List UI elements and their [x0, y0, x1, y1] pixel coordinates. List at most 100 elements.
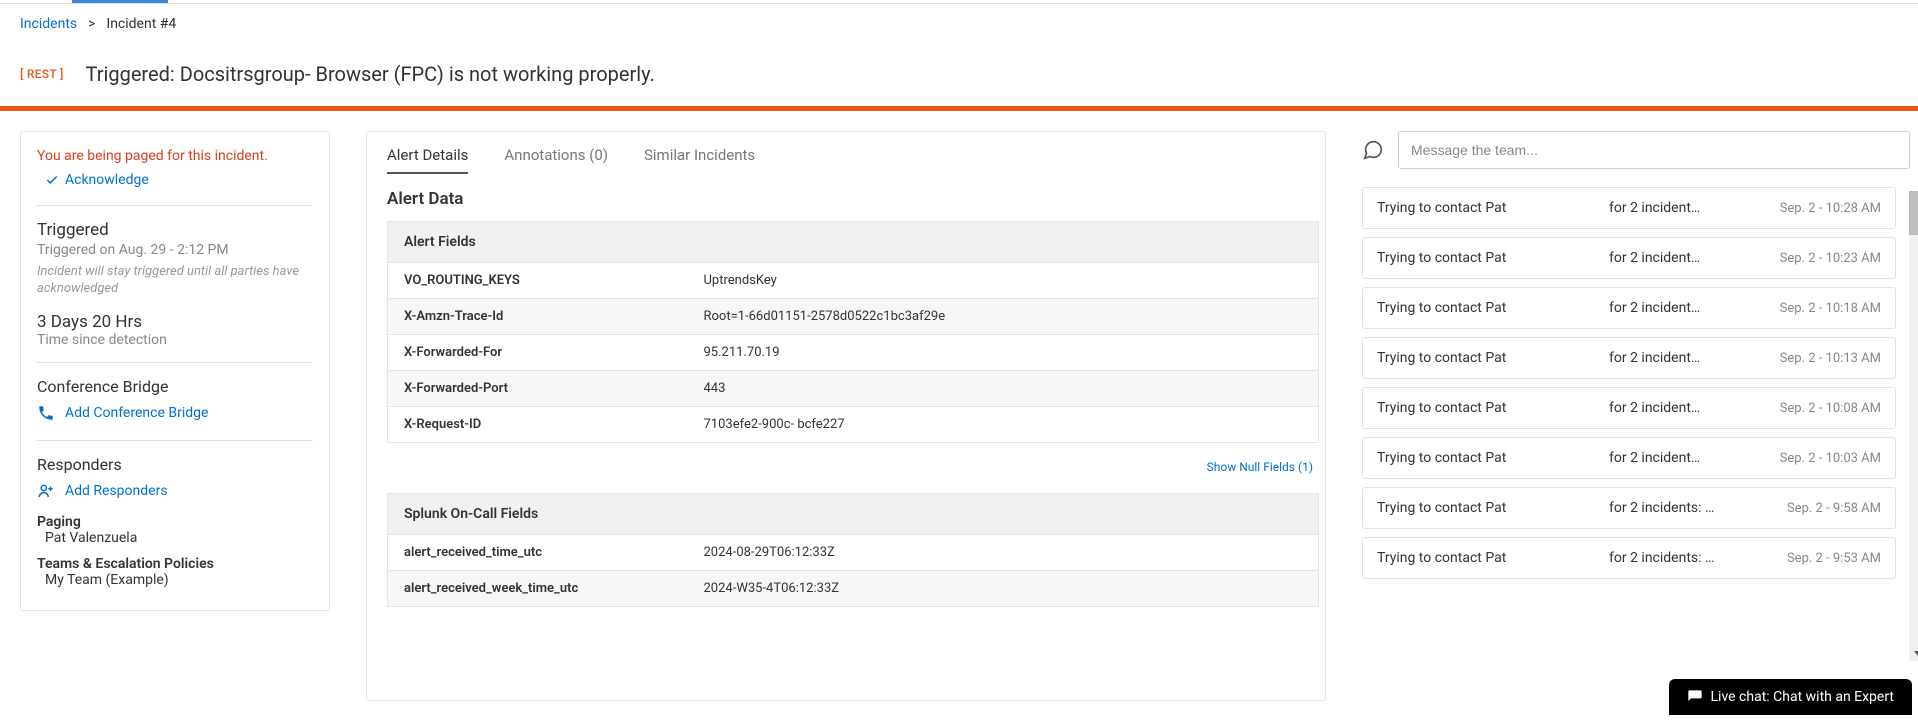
breadcrumb-root-link[interactable]: Incidents	[20, 16, 77, 32]
time-since-detection-value: 3 Days 20 Hrs	[37, 312, 313, 332]
field-key: X-Request-ID	[388, 407, 688, 443]
alert-fields-table: VO_ROUTING_KEYSUptrendsKeyX-Amzn-Trace-I…	[387, 262, 1319, 443]
alert-fields-heading: Alert Fields	[387, 221, 1319, 262]
log-who: Trying to contact Pat	[1377, 550, 1609, 566]
log-when: Sep. 2 - 9:53 AM	[1761, 551, 1881, 566]
chat-bubble-icon	[1362, 139, 1384, 161]
field-key: X-Forwarded-Port	[388, 371, 688, 407]
log-what: for 2 incidents: …	[1609, 500, 1761, 516]
chat-icon	[1687, 689, 1703, 705]
field-value: 7103efe2-900c- bcfe227	[688, 407, 1319, 443]
chat-with-expert-button[interactable]: Live chat: Chat with an Expert	[1669, 679, 1912, 715]
field-key: VO_ROUTING_KEYS	[388, 263, 688, 299]
right-scrollbar[interactable]	[1909, 191, 1918, 661]
field-key: X-Forwarded-For	[388, 335, 688, 371]
teams-value: My Team (Example)	[45, 572, 313, 588]
log-item[interactable]: Trying to contact Patfor 2 incident…Sep.…	[1362, 237, 1896, 279]
conference-bridge-head: Conference Bridge	[37, 377, 313, 396]
alert-data-heading: Alert Data	[387, 175, 1319, 221]
field-value: UptrendsKey	[688, 263, 1319, 299]
activity-log-list: Trying to contact Patfor 2 incident…Sep.…	[1362, 187, 1910, 579]
acknowledge-button[interactable]: Acknowledge	[45, 172, 149, 188]
person-plus-icon	[37, 482, 55, 500]
log-item[interactable]: Trying to contact Patfor 2 incidents: …S…	[1362, 487, 1896, 529]
time-since-detection-label: Time since detection	[37, 332, 313, 348]
log-who: Trying to contact Pat	[1377, 500, 1609, 516]
log-who: Trying to contact Pat	[1377, 400, 1609, 416]
splunk-fields-heading: Splunk On-Call Fields	[387, 493, 1319, 534]
breadcrumb-current: Incident #4	[106, 16, 176, 32]
center-panel: Alert Details Annotations (0) Similar In…	[366, 131, 1326, 701]
right-panel: Trying to contact Patfor 2 incident…Sep.…	[1362, 131, 1918, 579]
log-who: Trying to contact Pat	[1377, 300, 1609, 316]
responders-head: Responders	[37, 455, 313, 474]
triggered-note: Incident will stay triggered until all p…	[37, 264, 313, 298]
paging-value: Pat Valenzuela	[45, 530, 313, 546]
log-item[interactable]: Trying to contact Patfor 2 incident…Sep.…	[1362, 387, 1896, 429]
incident-title: Triggered: Docsitrsgroup- Browser (FPC) …	[86, 62, 655, 86]
add-conference-bridge-button[interactable]: Add Conference Bridge	[37, 404, 208, 422]
log-who: Trying to contact Pat	[1377, 350, 1609, 366]
show-null-fields-row: Show Null Fields (1)	[387, 443, 1319, 493]
table-row: VO_ROUTING_KEYSUptrendsKey	[388, 263, 1319, 299]
breadcrumb: Incidents > Incident #4	[0, 4, 1918, 40]
acknowledge-label: Acknowledge	[65, 172, 149, 188]
log-item[interactable]: Trying to contact Patfor 2 incident…Sep.…	[1362, 337, 1896, 379]
paging-label: Paging	[37, 514, 313, 530]
field-value: 2024-08-29T06:12:33Z	[688, 535, 1319, 571]
phone-icon	[37, 404, 55, 422]
triggered-status-head: Triggered	[37, 220, 313, 240]
teams-label: Teams & Escalation Policies	[37, 556, 313, 572]
table-row: X-Forwarded-Port443	[388, 371, 1319, 407]
log-what: for 2 incident…	[1609, 400, 1761, 416]
log-who: Trying to contact Pat	[1377, 250, 1609, 266]
center-tabs: Alert Details Annotations (0) Similar In…	[367, 132, 1325, 175]
log-item[interactable]: Trying to contact Patfor 2 incident…Sep.…	[1362, 187, 1896, 229]
log-item[interactable]: Trying to contact Patfor 2 incident…Sep.…	[1362, 437, 1896, 479]
add-responders-button[interactable]: Add Responders	[37, 482, 168, 500]
tab-similar-incidents[interactable]: Similar Incidents	[644, 146, 755, 174]
log-what: for 2 incident…	[1609, 450, 1761, 466]
chat-with-expert-label: Live chat: Chat with an Expert	[1711, 689, 1894, 705]
message-team-input[interactable]	[1398, 131, 1910, 169]
field-value: 95.211.70.19	[688, 335, 1319, 371]
tab-annotations[interactable]: Annotations (0)	[504, 146, 608, 174]
log-when: Sep. 2 - 9:58 AM	[1761, 501, 1881, 516]
splunk-fields-table: alert_received_time_utc2024-08-29T06:12:…	[387, 534, 1319, 607]
scrollbar-thumb[interactable]	[1909, 191, 1918, 235]
field-key: alert_received_time_utc	[388, 535, 688, 571]
log-who: Trying to contact Pat	[1377, 200, 1609, 216]
scrollbar-down-arrow[interactable]	[1909, 644, 1918, 661]
table-row: X-Request-ID7103efe2-900c- bcfe227	[388, 407, 1319, 443]
log-item[interactable]: Trying to contact Patfor 2 incidents: …S…	[1362, 537, 1896, 579]
log-what: for 2 incident…	[1609, 300, 1761, 316]
log-when: Sep. 2 - 10:28 AM	[1761, 201, 1881, 216]
left-panel: You are being paged for this incident. A…	[20, 131, 330, 611]
log-when: Sep. 2 - 10:08 AM	[1761, 401, 1881, 416]
paged-notice: You are being paged for this incident.	[37, 148, 313, 164]
log-what: for 2 incident…	[1609, 200, 1761, 216]
log-when: Sep. 2 - 10:23 AM	[1761, 251, 1881, 266]
rest-badge: [ REST ]	[20, 67, 64, 81]
top-nav-indicator	[0, 0, 1918, 3]
table-row: alert_received_time_utc2024-08-29T06:12:…	[388, 535, 1319, 571]
log-when: Sep. 2 - 10:18 AM	[1761, 301, 1881, 316]
add-conference-bridge-label: Add Conference Bridge	[65, 405, 208, 421]
active-nav-underline	[72, 0, 168, 3]
table-row: X-Forwarded-For95.211.70.19	[388, 335, 1319, 371]
field-key: X-Amzn-Trace-Id	[388, 299, 688, 335]
table-row: alert_received_week_time_utc2024-W35-4T0…	[388, 571, 1319, 607]
log-who: Trying to contact Pat	[1377, 450, 1609, 466]
log-what: for 2 incidents: …	[1609, 550, 1761, 566]
field-value: 443	[688, 371, 1319, 407]
field-key: alert_received_week_time_utc	[388, 571, 688, 607]
show-null-fields-link[interactable]: Show Null Fields (1)	[1207, 460, 1313, 474]
breadcrumb-sep: >	[85, 16, 99, 32]
log-what: for 2 incident…	[1609, 250, 1761, 266]
message-team-row	[1362, 131, 1910, 169]
center-scroll-area[interactable]: Alert Data Alert Fields VO_ROUTING_KEYSU…	[367, 175, 1325, 701]
log-what: for 2 incident…	[1609, 350, 1761, 366]
log-when: Sep. 2 - 10:13 AM	[1761, 351, 1881, 366]
tab-alert-details[interactable]: Alert Details	[387, 146, 468, 174]
log-item[interactable]: Trying to contact Patfor 2 incident…Sep.…	[1362, 287, 1896, 329]
